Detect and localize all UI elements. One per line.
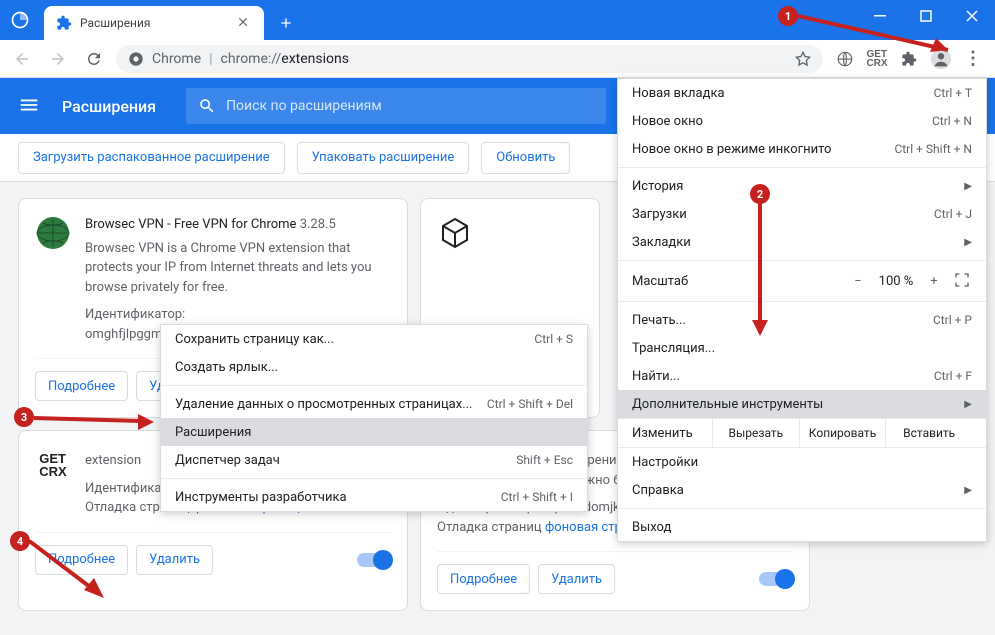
menu-downloads[interactable]: ЗагрузкиCtrl + J <box>618 200 986 228</box>
menu-print[interactable]: Печать...Ctrl + P <box>618 306 986 334</box>
menu-more-tools[interactable]: Дополнительные инструменты▶ <box>618 390 986 418</box>
remove-button[interactable]: Удалить <box>538 564 615 594</box>
copy-button[interactable]: Копировать <box>799 419 886 447</box>
menu-cast[interactable]: Трансляция... <box>618 334 986 362</box>
menu-new-tab[interactable]: Новая вкладкаCtrl + T <box>618 79 986 107</box>
menu-edit-row: Изменить Вырезать Копировать Вставить <box>618 418 986 448</box>
omnibox[interactable]: Chrome | chrome://extensions <box>116 45 823 73</box>
enable-toggle[interactable] <box>357 553 391 567</box>
search-wrap[interactable] <box>186 88 606 124</box>
annotation-badge-3: 3 <box>14 407 34 427</box>
submenu-task-manager[interactable]: Диспетчер задачShift + Esc <box>161 446 587 474</box>
browser-tab[interactable]: Расширения <box>44 6 264 40</box>
menu-zoom: Масштаб − 100 % + <box>618 265 986 297</box>
card-title: Browsec VPN - Free VPN for Chrome <box>85 217 296 232</box>
cube-icon <box>437 215 473 251</box>
omnibox-label: Chrome <box>152 51 201 67</box>
menu-incognito[interactable]: Новое окно в режиме инкогнитоCtrl + Shif… <box>618 135 986 163</box>
zoom-in-button[interactable]: + <box>920 274 948 289</box>
submenu-extensions[interactable]: Расширения <box>161 418 587 446</box>
page-title: Расширения <box>62 97 156 116</box>
submenu-clear-data[interactable]: Удаление данных о просмотренных страница… <box>161 390 587 418</box>
card-version: 3.28.5 <box>300 217 336 232</box>
close-tab-icon[interactable] <box>236 15 252 31</box>
paste-button[interactable]: Вставить <box>885 419 972 447</box>
submenu-save-as[interactable]: Сохранить страницу как...Ctrl + S <box>161 325 587 353</box>
new-tab-button[interactable] <box>272 9 300 37</box>
cut-button[interactable]: Вырезать <box>712 419 799 447</box>
menu-settings[interactable]: Настройки <box>618 448 986 476</box>
hamburger-icon[interactable] <box>18 94 42 118</box>
menu-exit[interactable]: Выход <box>618 513 986 541</box>
extension-icon <box>56 15 72 31</box>
forward-button[interactable] <box>44 45 72 73</box>
app-icon <box>0 0 40 40</box>
menu-new-window[interactable]: Новое окноCtrl + N <box>618 107 986 135</box>
menu-history[interactable]: История▶ <box>618 172 986 200</box>
reload-button[interactable] <box>80 45 108 73</box>
enable-toggle[interactable] <box>759 572 793 586</box>
search-icon <box>198 97 216 115</box>
chrome-menu: Новая вкладкаCtrl + T Новое окноCtrl + N… <box>617 78 987 542</box>
update-button[interactable]: Обновить <box>481 142 570 174</box>
annotation-arrow-1 <box>798 6 978 66</box>
getcrx-icon: GETCRX <box>35 447 71 483</box>
load-unpacked-button[interactable]: Загрузить распакованное расширение <box>18 142 285 174</box>
url-scheme: chrome:// <box>221 51 282 67</box>
menu-help[interactable]: Справка▶ <box>618 476 986 504</box>
fullscreen-icon[interactable] <box>954 272 972 290</box>
back-button[interactable] <box>8 45 36 73</box>
pack-extension-button[interactable]: Упаковать расширение <box>297 142 470 174</box>
url-path: extensions <box>281 51 349 67</box>
annotation-arrow-2 <box>748 196 778 346</box>
card-description: Browsec VPN is a Chrome VPN extension th… <box>85 239 391 298</box>
annotation-badge-1: 1 <box>778 6 798 26</box>
zoom-value: 100 % <box>872 274 920 289</box>
chrome-icon <box>128 51 144 67</box>
remove-button[interactable]: Удалить <box>136 545 213 575</box>
more-tools-submenu: Сохранить страницу как...Ctrl + S Создат… <box>160 324 588 512</box>
annotation-arrow-3 <box>34 406 164 436</box>
zoom-out-button[interactable]: − <box>844 274 872 289</box>
search-input[interactable] <box>226 98 594 114</box>
details-button[interactable]: Подробнее <box>35 371 128 401</box>
browsec-icon <box>35 215 71 251</box>
menu-find[interactable]: Найти...Ctrl + F <box>618 362 986 390</box>
submenu-create-shortcut[interactable]: Создать ярлык... <box>161 353 587 381</box>
submenu-dev-tools[interactable]: Инструменты разработчикаCtrl + Shift + I <box>161 483 587 511</box>
tab-title: Расширения <box>80 16 228 30</box>
menu-bookmarks[interactable]: Закладки▶ <box>618 228 986 256</box>
annotation-arrow-4 <box>28 540 118 610</box>
annotation-badge-2: 2 <box>750 184 770 204</box>
annotation-badge-4: 4 <box>10 531 30 551</box>
details-button[interactable]: Подробнее <box>437 564 530 594</box>
